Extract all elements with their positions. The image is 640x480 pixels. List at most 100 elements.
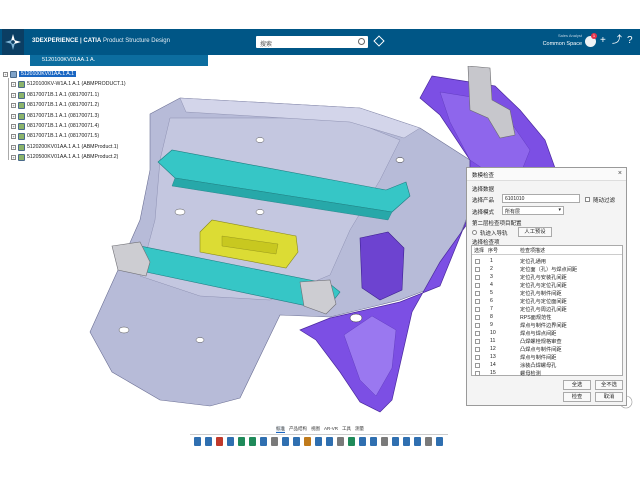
expand-icon[interactable]: +	[11, 103, 16, 109]
row-checkbox[interactable]	[475, 291, 480, 296]
tree-item[interactable]: +08170071B.1 A.1 (08170071.5)	[3, 132, 163, 142]
tag-icon[interactable]	[373, 35, 385, 47]
tree-item[interactable]: +08170071B.1 A.1 (08170071.2)	[3, 101, 163, 111]
row-checkbox[interactable]	[475, 259, 480, 264]
document-tab[interactable]: 5120100KV01AA.1 A.	[30, 55, 208, 66]
brand-label: 3DEXPERIENCE	[32, 38, 79, 44]
import-radio[interactable]	[472, 230, 477, 235]
more-icon[interactable]	[403, 437, 410, 446]
fit-all-icon[interactable]	[271, 437, 278, 446]
compass-tool-icon[interactable]	[381, 437, 388, 446]
check-items-table: 选择 序号 检查项描述 1 定位孔通用 2 定位面（孔）与焊点间距 3 定位孔与安装孔间距…	[471, 245, 623, 378]
search-input[interactable]: 搜索	[256, 36, 368, 48]
tree-item[interactable]: +08170071B.1 A.1 (08170071.3)	[3, 112, 163, 122]
row-checkbox[interactable]	[475, 323, 480, 328]
paste-icon[interactable]	[216, 437, 223, 446]
tree-item[interactable]: +5120500KV01AA.1 A.1 (ABMProduct.2)	[3, 153, 163, 163]
help-icon[interactable]: ?	[627, 36, 633, 46]
part-icon	[18, 81, 25, 89]
row-checkbox[interactable]	[475, 347, 480, 352]
action-tab[interactable]: 视图	[311, 426, 320, 432]
part-icon	[18, 112, 25, 120]
tree-item-label: 08170071B.1 A.1 (08170071.2)	[27, 102, 100, 109]
rotate-icon[interactable]	[293, 437, 300, 446]
row-index: 6	[490, 298, 493, 304]
expand-icon[interactable]: +	[11, 123, 16, 129]
tree-item[interactable]: +5120100KV01AA.1 A.1	[3, 70, 163, 80]
undo-icon[interactable]	[238, 437, 245, 446]
row-checkbox[interactable]	[475, 275, 480, 280]
part-icon	[18, 154, 25, 162]
select-all-button[interactable]: 全选	[563, 380, 591, 390]
properties-icon[interactable]	[414, 437, 421, 446]
action-tab[interactable]: 产品结构	[289, 426, 307, 432]
part-icon	[18, 122, 25, 130]
col-index: 序号	[488, 248, 499, 254]
row-checkbox[interactable]	[475, 307, 480, 312]
section-icon[interactable]	[370, 437, 377, 446]
pan-icon[interactable]	[282, 437, 289, 446]
expand-icon[interactable]: +	[11, 155, 16, 161]
expand-icon[interactable]: +	[11, 134, 16, 140]
collab-space: Common Space	[542, 41, 582, 47]
expand-icon[interactable]: +	[11, 144, 16, 150]
mode-select[interactable]: 所有层 ▾	[502, 206, 564, 215]
expand-icon[interactable]: +	[11, 82, 16, 88]
product-input[interactable]: 6101010	[502, 194, 580, 203]
row-checkbox[interactable]	[475, 339, 480, 344]
row-index: 14	[490, 362, 496, 368]
close-icon[interactable]: ×	[618, 170, 622, 177]
action-tab[interactable]: 标准	[276, 426, 285, 433]
row-checkbox[interactable]	[475, 283, 480, 288]
table-header: 选择 序号 检查项描述	[472, 246, 622, 255]
action-tab[interactable]: 测量	[355, 426, 364, 432]
cut-icon[interactable]	[194, 437, 201, 446]
expand-icon[interactable]: +	[3, 72, 8, 77]
row-checkbox[interactable]	[475, 299, 480, 304]
iso-view-icon[interactable]	[326, 437, 333, 446]
tree-item[interactable]: +08170071B.1 A.1 (08170071.1)	[3, 91, 163, 101]
expand-icon[interactable]: +	[11, 113, 16, 119]
row-checkbox[interactable]	[475, 355, 480, 360]
update-icon[interactable]	[260, 437, 267, 446]
measure-icon[interactable]	[359, 437, 366, 446]
manual-preset-button[interactable]: 人工预设	[518, 227, 552, 237]
copy-icon[interactable]	[205, 437, 212, 446]
auto-filter-checkbox[interactable]	[585, 197, 590, 202]
row-checkbox[interactable]	[475, 315, 480, 320]
delete-icon[interactable]	[227, 437, 234, 446]
table-row[interactable]: 15 螺母检测	[472, 369, 622, 378]
row-checkbox[interactable]	[475, 331, 480, 336]
deselect-all-button[interactable]: 全不选	[595, 380, 623, 390]
action-tab[interactable]: 工具	[342, 426, 351, 432]
expand-icon[interactable]: +	[11, 92, 16, 98]
check-button[interactable]: 检查	[563, 392, 591, 402]
compass-icon[interactable]	[2, 29, 24, 55]
share-icon[interactable]: ⤴	[612, 36, 622, 46]
sill-tower[interactable]	[359, 231, 405, 301]
row-checkbox[interactable]	[475, 371, 480, 376]
action-tab[interactable]: AR-VR	[324, 426, 338, 431]
tree-item[interactable]: +5120200KV01AA.1 A.1 (ABMProduct.1)	[3, 143, 163, 153]
search-icon[interactable]	[358, 38, 365, 45]
cancel-button[interactable]: 取消	[595, 392, 623, 402]
row-checkbox[interactable]	[475, 363, 480, 368]
user-block[interactable]: Sales Analyst Common Space	[538, 33, 582, 47]
tools-icon[interactable]	[425, 437, 432, 446]
tree-item[interactable]: +5120100KV-W1A.1 A.1 (ABMPRODUCT.1)	[3, 80, 163, 90]
normal-view-icon[interactable]	[315, 437, 322, 446]
row-description: 定位孔与制件间距	[520, 291, 562, 297]
expand-icon[interactable]	[436, 437, 443, 446]
tree-item-label: 08170071B.1 A.1 (08170071.3)	[27, 112, 100, 119]
app-name: | CATIA	[80, 38, 102, 44]
hole	[174, 208, 186, 216]
zoom-icon[interactable]	[304, 437, 311, 446]
tree-item[interactable]: +08170071B.1 A.1 (08170071.4)	[3, 122, 163, 132]
redo-icon[interactable]	[249, 437, 256, 446]
add-icon[interactable]: +	[600, 36, 606, 46]
row-checkbox[interactable]	[475, 267, 480, 272]
cube-icon[interactable]	[392, 437, 399, 446]
render-style-icon[interactable]	[337, 437, 344, 446]
hide-show-icon[interactable]	[348, 437, 355, 446]
dialog-title: 数模检查	[472, 173, 495, 179]
